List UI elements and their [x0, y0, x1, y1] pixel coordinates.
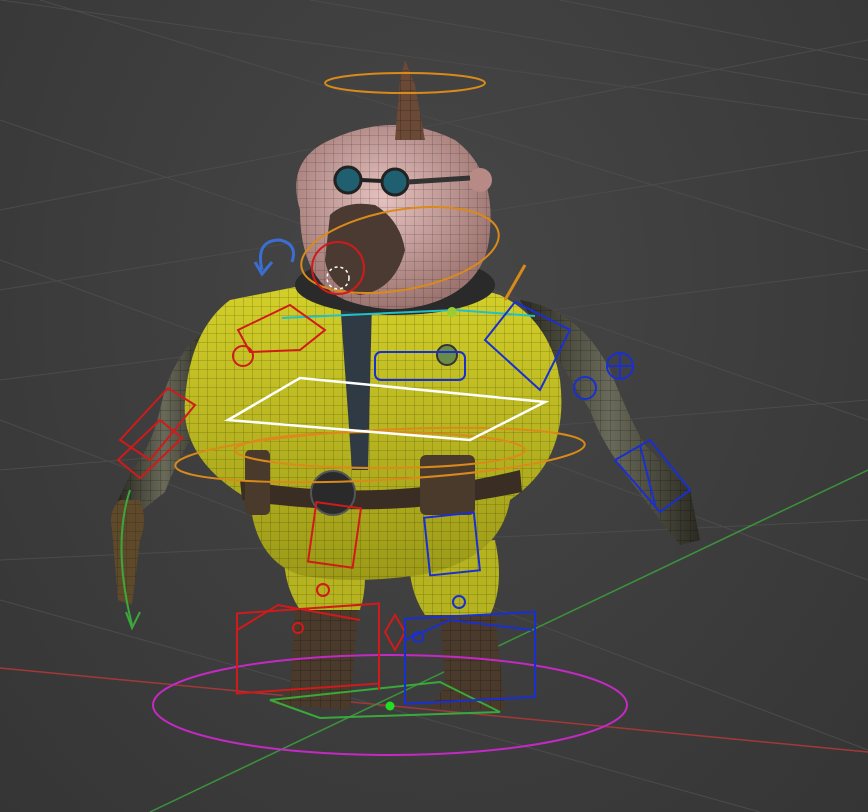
chest-badge	[436, 344, 458, 366]
x-axis-line	[0, 667, 868, 753]
viewport-canvas[interactable]	[0, 0, 868, 812]
3d-viewport[interactable]	[0, 0, 868, 812]
eye-control[interactable]	[503, 264, 527, 301]
knee-pole-diamond[interactable]	[383, 613, 407, 653]
root-pivot[interactable]	[385, 701, 395, 711]
belt-buckle	[310, 470, 356, 516]
ear-right	[468, 168, 492, 192]
rotate-gizmo-icon[interactable]	[259, 238, 295, 271]
goggle-right	[380, 167, 410, 197]
character-model[interactable]	[111, 60, 700, 710]
goggle-left	[333, 165, 363, 195]
neck-pivot	[447, 307, 457, 317]
